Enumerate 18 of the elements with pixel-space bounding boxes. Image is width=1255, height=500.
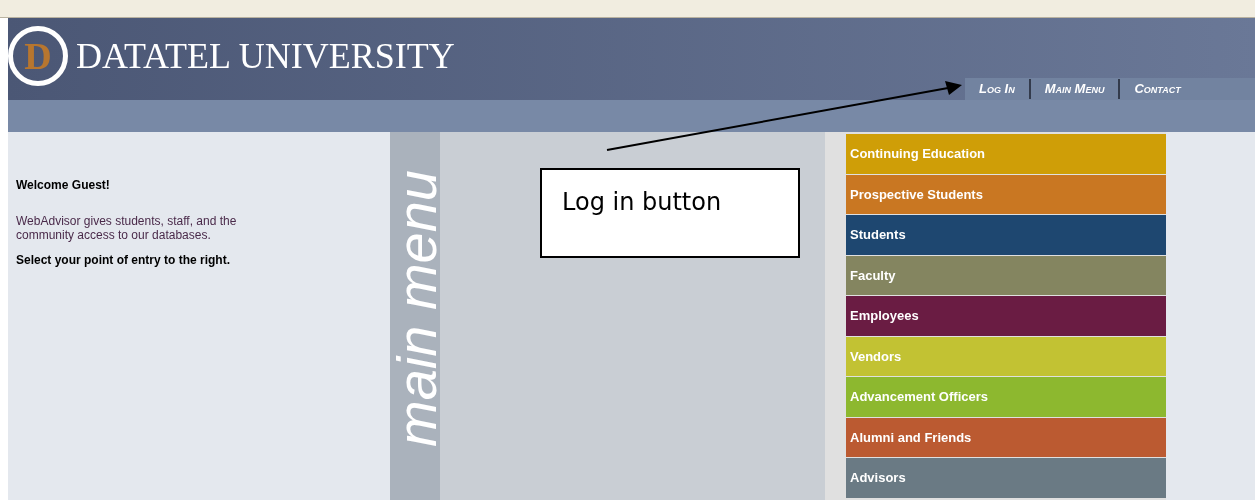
welcome-description: WebAdvisor gives students, staff, and the community access to our databases. [16, 214, 238, 242]
menu-item[interactable]: Advisors [846, 458, 1166, 498]
site-title: DATATEL UNIVERSITY [76, 38, 455, 74]
menu-item[interactable]: Continuing Education [846, 134, 1166, 174]
menu-item[interactable]: Employees [846, 296, 1166, 336]
nav-link[interactable]: Log In [965, 79, 1029, 99]
callout-box: Log in button [540, 168, 800, 258]
menu-item[interactable]: Students [846, 215, 1166, 255]
menu-item[interactable]: Faculty [846, 255, 1166, 295]
menu-item[interactable]: Prospective Students [846, 174, 1166, 214]
menu-item[interactable]: Alumni and Friends [846, 417, 1166, 457]
nav-link[interactable]: Main Menu [1028, 79, 1119, 99]
welcome-heading: Welcome Guest! [16, 177, 111, 194]
menu-item[interactable]: Advancement Officers [846, 377, 1166, 417]
welcome-instruction: Select your point of entry to the right. [16, 252, 231, 269]
nav-link[interactable]: Contact [1118, 79, 1195, 99]
logo-icon: D [8, 26, 68, 86]
vertical-watermark-text: main menu [390, 169, 449, 449]
